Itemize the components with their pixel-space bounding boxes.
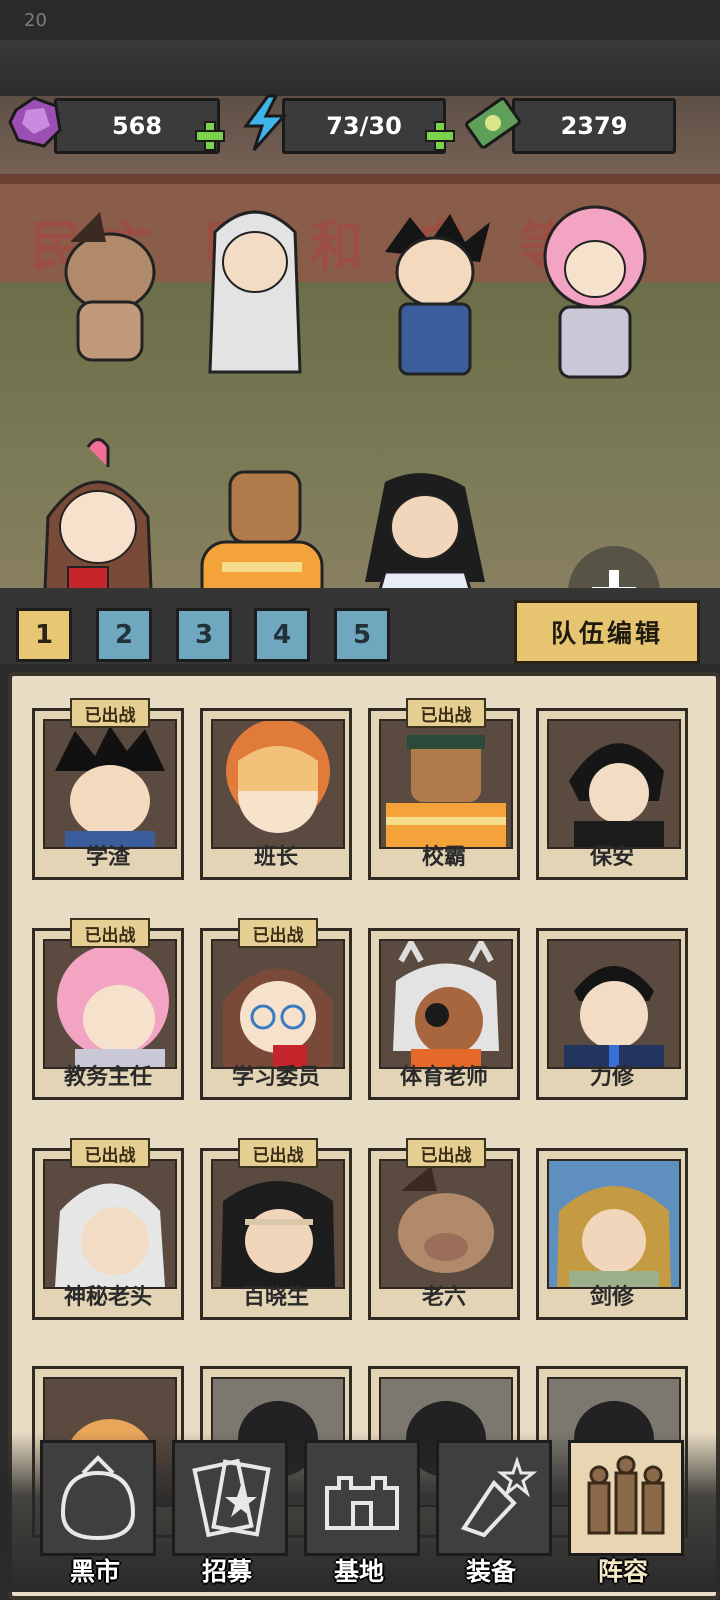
energy-counter: 73/30 bbox=[282, 98, 446, 154]
hero-card-xuezha[interactable]: 已出战 学渣 bbox=[32, 698, 184, 880]
old-master-character[interactable] bbox=[190, 202, 320, 392]
hero-name: 保安 bbox=[589, 845, 634, 870]
study-monitor-character[interactable] bbox=[28, 437, 168, 590]
nav-base[interactable]: 基地 bbox=[300, 1440, 420, 1588]
equipment-icon bbox=[460, 1456, 538, 1538]
nav-recruit[interactable]: 招募 bbox=[168, 1440, 288, 1588]
boar-character[interactable] bbox=[50, 202, 170, 372]
team-tab-2[interactable]: 2 bbox=[96, 608, 152, 662]
hero-name: 剑修 bbox=[589, 1285, 634, 1310]
gem-icon bbox=[8, 96, 62, 148]
hero-card-xuexi[interactable]: 已出战 学习委员 bbox=[200, 918, 352, 1100]
nav-black-market[interactable]: 黑市 bbox=[36, 1440, 156, 1588]
hero-card-lixiu[interactable]: 力修 bbox=[536, 918, 688, 1100]
deployed-badge: 已出战 bbox=[406, 1138, 486, 1168]
hero-name: 老六 bbox=[421, 1285, 466, 1310]
lineup-icon bbox=[587, 1455, 665, 1535]
hero-name: 体育老师 bbox=[399, 1065, 488, 1090]
hero-portrait bbox=[211, 939, 345, 1069]
money-counter: 2379 bbox=[512, 98, 676, 154]
hero-card-xiaoba[interactable]: 已出战 校霸 bbox=[368, 698, 520, 880]
edit-team-button[interactable]: 队伍编辑 bbox=[514, 600, 700, 664]
team-tab-5[interactable]: 5 bbox=[334, 608, 390, 662]
team-tab-1[interactable]: 1 bbox=[16, 608, 72, 662]
hero-card-baoan[interactable]: 保安 bbox=[536, 698, 688, 880]
top-bar bbox=[0, 40, 720, 96]
know-it-all-character[interactable] bbox=[345, 462, 505, 590]
nav-label: 装备 bbox=[465, 1557, 516, 1586]
hero-portrait bbox=[211, 1159, 345, 1289]
add-energy-icon[interactable] bbox=[424, 120, 456, 152]
hero-name: 力修 bbox=[589, 1065, 634, 1090]
hero-name: 神秘老头 bbox=[63, 1285, 152, 1310]
hero-portrait bbox=[379, 939, 513, 1069]
hero-portrait bbox=[379, 1159, 513, 1289]
bully-character[interactable] bbox=[182, 462, 342, 590]
hero-card-jiaowu[interactable]: 已出战 教务主任 bbox=[32, 918, 184, 1100]
hero-name: 百晓生 bbox=[242, 1285, 309, 1310]
hero-card-laoliu[interactable]: 已出战 老六 bbox=[368, 1138, 520, 1320]
deployed-badge: 已出战 bbox=[406, 698, 486, 728]
bag-icon bbox=[60, 1455, 136, 1541]
nav-label: 招募 bbox=[201, 1557, 252, 1586]
hero-name: 学习委员 bbox=[231, 1065, 320, 1090]
hero-card-shenmi[interactable]: 已出战 神秘老头 bbox=[32, 1138, 184, 1320]
battle-scene: 民主 明 和 自 等 bbox=[0, 92, 720, 590]
hero-name: 校霸 bbox=[421, 845, 466, 870]
deployed-badge: 已出战 bbox=[70, 698, 150, 728]
system-status-bar: 20 bbox=[0, 0, 720, 40]
team-tab-4[interactable]: 4 bbox=[254, 608, 310, 662]
gems-value: 568 bbox=[111, 112, 163, 140]
hero-portrait bbox=[547, 939, 681, 1069]
hero-portrait bbox=[379, 719, 513, 849]
hero-portrait bbox=[547, 1159, 681, 1289]
nav-label: 基地 bbox=[333, 1557, 384, 1586]
hero-portrait bbox=[43, 719, 177, 849]
energy-value: 73/30 bbox=[326, 112, 402, 140]
student-character[interactable] bbox=[370, 212, 500, 392]
deployed-badge: 已出战 bbox=[70, 918, 150, 948]
hero-card-tiyu[interactable]: 体育老师 bbox=[368, 918, 520, 1100]
hero-card-jianxiu[interactable]: 剑修 bbox=[536, 1138, 688, 1320]
hero-card-baixiao[interactable]: 已出战 百晓生 bbox=[200, 1138, 352, 1320]
hero-portrait bbox=[43, 1159, 177, 1289]
deployed-badge: 已出战 bbox=[70, 1138, 150, 1168]
dean-character[interactable] bbox=[530, 197, 660, 387]
add-gems-icon[interactable] bbox=[194, 120, 226, 152]
hero-name: 学渣 bbox=[85, 845, 130, 870]
hero-portrait bbox=[547, 719, 681, 849]
nav-equipment[interactable]: 装备 bbox=[432, 1440, 552, 1588]
team-tab-3[interactable]: 3 bbox=[176, 608, 232, 662]
hero-name: 教务主任 bbox=[63, 1065, 152, 1090]
hero-portrait bbox=[43, 939, 177, 1069]
hero-card-banzhang[interactable]: 班长 bbox=[200, 698, 352, 880]
hero-portrait bbox=[211, 719, 345, 849]
hero-name: 班长 bbox=[253, 845, 298, 870]
money-value: 2379 bbox=[560, 112, 628, 140]
money-icon bbox=[465, 97, 521, 149]
nav-lineup[interactable]: 阵容 bbox=[564, 1440, 684, 1588]
nav-label: 黑市 bbox=[69, 1557, 120, 1586]
deployed-badge: 已出战 bbox=[238, 1138, 318, 1168]
energy-icon bbox=[243, 94, 288, 151]
cards-icon bbox=[192, 1458, 271, 1538]
status-time: 20 bbox=[24, 10, 47, 31]
nav-label: 阵容 bbox=[597, 1557, 648, 1586]
deployed-badge: 已出战 bbox=[238, 918, 318, 948]
base-icon bbox=[325, 1476, 399, 1530]
